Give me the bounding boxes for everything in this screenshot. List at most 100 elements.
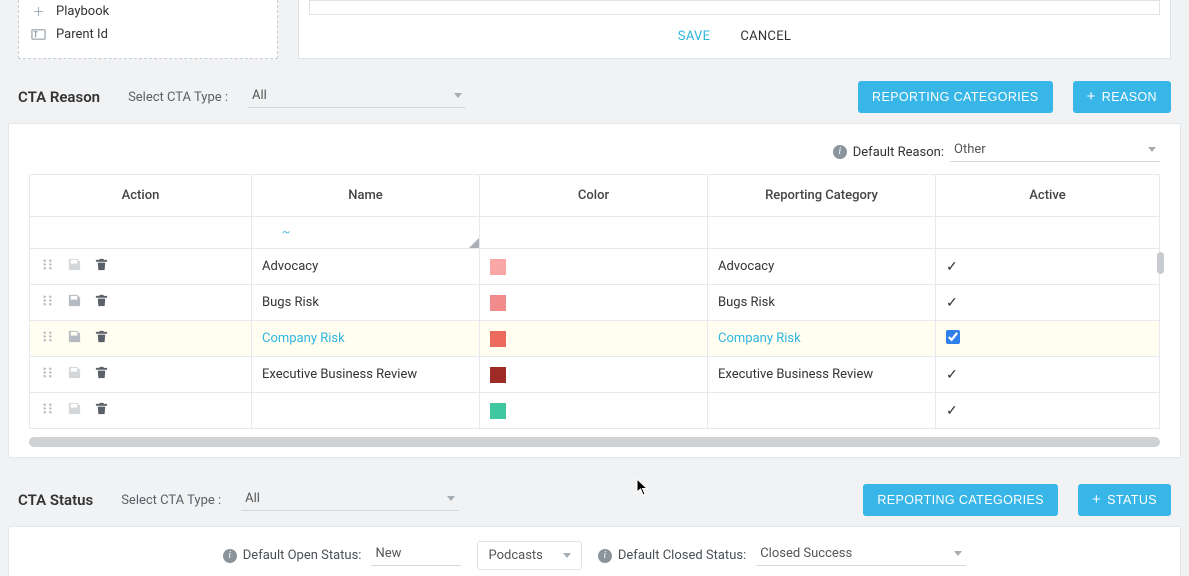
podcasts-chip[interactable]: Podcasts	[477, 541, 581, 570]
chevron-down-icon	[954, 551, 962, 556]
info-icon: i	[833, 145, 847, 159]
chevron-down-icon	[1148, 147, 1156, 152]
name-cell[interactable]: Advocacy	[252, 249, 480, 285]
default-reason-value: Other	[954, 142, 986, 157]
action-cell	[30, 357, 252, 393]
category-cell[interactable]: Executive Business Review	[708, 357, 936, 393]
filter-label: Select CTA Type :	[128, 90, 228, 105]
name-cell[interactable]	[252, 393, 480, 429]
cta-type-select-status[interactable]: All	[241, 489, 459, 511]
delete-row-icon[interactable]	[94, 365, 109, 380]
color-cell[interactable]	[480, 321, 708, 357]
save-row-icon[interactable]	[67, 293, 82, 308]
delete-row-icon[interactable]	[94, 329, 109, 344]
cta-reason-panel: i Default Reason: Other Action Name Colo…	[8, 123, 1181, 458]
cta-type-select[interactable]: All	[248, 86, 466, 108]
resize-handle-icon[interactable]	[469, 238, 479, 248]
table-row: Executive Business Review Executive Busin…	[30, 357, 1160, 393]
color-swatch	[490, 403, 506, 419]
field-item-parent-id[interactable]: Parent Id	[31, 23, 265, 46]
name-filter[interactable]: ~	[262, 225, 290, 239]
filter-row: ~	[30, 217, 1160, 249]
category-cell[interactable]	[708, 393, 936, 429]
editor-body[interactable]	[309, 0, 1160, 15]
info-icon: i	[223, 549, 237, 563]
drag-handle-icon[interactable]	[40, 401, 55, 416]
default-open-status-select[interactable]: New	[371, 546, 461, 566]
save-row-icon[interactable]	[67, 329, 82, 344]
cta-status-header: CTA Status Select CTA Type : All REPORTI…	[4, 458, 1185, 520]
name-cell[interactable]: Company Risk	[252, 321, 480, 357]
filter-value: All	[245, 491, 260, 506]
color-cell[interactable]	[480, 249, 708, 285]
default-reason-label: Default Reason:	[853, 145, 944, 160]
col-active[interactable]: Active	[936, 175, 1160, 217]
drag-handle-icon[interactable]	[40, 293, 55, 308]
category-cell[interactable]: Company Risk	[708, 321, 936, 357]
default-reason-select[interactable]: Other	[950, 142, 1160, 162]
fields-palette: ＋ Playbook Parent Id	[18, 0, 278, 59]
save-button[interactable]: SAVE	[678, 29, 711, 44]
drag-handle-icon[interactable]	[40, 365, 55, 380]
add-reason-button[interactable]: + REASON	[1073, 81, 1171, 113]
info-icon: i	[598, 549, 612, 563]
col-category[interactable]: Reporting Category	[708, 175, 936, 217]
color-swatch	[490, 367, 506, 383]
save-row-icon	[67, 401, 82, 416]
field-item-playbook[interactable]: ＋ Playbook	[31, 0, 265, 23]
active-cell[interactable]	[936, 321, 1160, 357]
color-cell[interactable]	[480, 357, 708, 393]
delete-row-icon[interactable]	[94, 293, 109, 308]
color-swatch	[490, 295, 506, 311]
field-label: Parent Id	[56, 27, 108, 42]
check-icon: ✓	[946, 259, 958, 275]
section-title: CTA Reason	[18, 88, 100, 106]
drag-handle-icon[interactable]	[40, 329, 55, 344]
editor-panel: SAVE CANCEL	[298, 0, 1171, 59]
action-cell	[30, 249, 252, 285]
reporting-categories-button-status[interactable]: REPORTING CATEGORIES	[863, 484, 1058, 516]
cta-reason-header: CTA Reason Select CTA Type : All REPORTI…	[4, 59, 1185, 117]
save-row-icon	[67, 257, 82, 272]
name-cell[interactable]: Bugs Risk	[252, 285, 480, 321]
horizontal-scrollbar[interactable]	[29, 437, 1160, 447]
action-cell	[30, 393, 252, 429]
color-cell[interactable]	[480, 393, 708, 429]
filter-label: Select CTA Type :	[121, 493, 221, 508]
table-row: Bugs Risk Bugs Risk ✓	[30, 285, 1160, 321]
col-color[interactable]: Color	[480, 175, 708, 217]
field-label: Playbook	[56, 4, 109, 19]
table-row: Company Risk Company Risk	[30, 321, 1160, 357]
table-row: Advocacy Advocacy ✓	[30, 249, 1160, 285]
chevron-down-icon	[447, 496, 455, 501]
color-swatch	[490, 331, 506, 347]
reason-table: Action Name Color Reporting Category Act…	[29, 174, 1160, 429]
text-field-icon	[31, 27, 46, 42]
active-cell[interactable]: ✓	[936, 285, 1160, 321]
category-cell[interactable]: Advocacy	[708, 249, 936, 285]
drag-handle-icon[interactable]	[40, 257, 55, 272]
delete-row-icon[interactable]	[94, 257, 109, 272]
active-cell[interactable]: ✓	[936, 357, 1160, 393]
action-cell	[30, 321, 252, 357]
name-cell[interactable]: Executive Business Review	[252, 357, 480, 393]
category-cell[interactable]: Bugs Risk	[708, 285, 936, 321]
color-swatch	[490, 259, 506, 275]
col-name[interactable]: Name	[252, 175, 480, 217]
reporting-categories-button[interactable]: REPORTING CATEGORIES	[858, 81, 1053, 113]
check-icon: ✓	[946, 295, 958, 311]
open-status-value: New	[375, 546, 401, 561]
default-closed-status-select[interactable]: Closed Success	[756, 546, 966, 566]
cancel-button[interactable]: CANCEL	[740, 29, 791, 44]
col-action[interactable]: Action	[30, 175, 252, 217]
active-cell[interactable]: ✓	[936, 393, 1160, 429]
vertical-scrollbar[interactable]	[1157, 252, 1164, 274]
add-status-button[interactable]: + STATUS	[1078, 484, 1171, 516]
delete-row-icon[interactable]	[94, 401, 109, 416]
open-status-label: Default Open Status:	[243, 548, 362, 563]
check-icon: ✓	[946, 367, 958, 383]
active-cell[interactable]: ✓	[936, 249, 1160, 285]
active-checkbox[interactable]	[946, 330, 960, 344]
color-cell[interactable]	[480, 285, 708, 321]
table-row: ✓	[30, 393, 1160, 429]
